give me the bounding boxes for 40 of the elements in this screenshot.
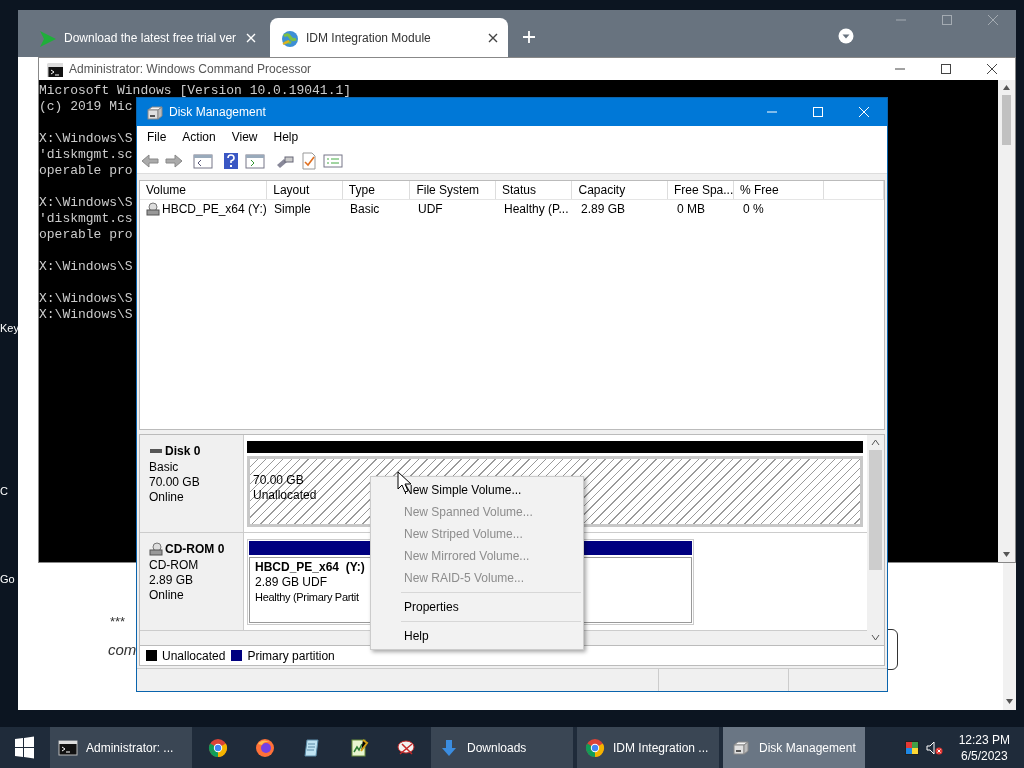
- partition-info: 70.00 GB: [253, 473, 304, 488]
- legend-label: Primary partition: [247, 647, 335, 665]
- console-line: X:\Windows\S: [39, 131, 133, 147]
- window-title: Disk Management: [169, 104, 266, 121]
- disk-info: Basic: [149, 460, 180, 475]
- disk-info: Online: [149, 490, 185, 505]
- partition-info: Unallocated: [253, 488, 317, 503]
- console-line: X:\Windows\S: [39, 195, 133, 211]
- partition-name: HBCD_PE_x64 (Y:): [255, 560, 365, 575]
- window-title: Administrator: Windows Command Processor: [69, 61, 312, 78]
- console-line: operable pro: [39, 227, 133, 243]
- disk-info: Online: [149, 588, 185, 603]
- console-line: operable pro: [39, 163, 133, 179]
- table-cell-text: Basic: [350, 201, 380, 218]
- table-cell-text: 2.89 GB: [581, 201, 626, 218]
- table-cell-text: Healthy (P...: [504, 201, 569, 218]
- partition-info: Healthy (Primary Partit: [255, 590, 359, 605]
- disk-name: CD-ROM 0: [165, 541, 225, 558]
- disk-info: CD-ROM: [149, 558, 200, 573]
- page-text: ***: [110, 613, 126, 631]
- disk-info: 2.89 GB: [149, 573, 195, 588]
- legend-label: Unallocated: [162, 647, 226, 665]
- console-line: X:\Windows\S: [39, 259, 133, 275]
- tab-title: Download the latest free trial ver: [64, 29, 238, 47]
- disk-info: 70.00 GB: [149, 475, 201, 490]
- disk-name: Disk 0: [165, 443, 201, 460]
- console-line: Microsoft Windows [Version 10.0.19041.1]: [39, 83, 352, 99]
- console-line: (c) 2019 Mic: [39, 99, 133, 115]
- console-line: X:\Windows\S: [39, 307, 133, 323]
- table-cell-text: Simple: [274, 201, 311, 218]
- page-text: com: [108, 640, 137, 660]
- console-line: 'diskmgmt.sc: [39, 147, 133, 163]
- console-line: 'diskmgmt.cs: [39, 211, 133, 227]
- table-cell-text: 0 %: [743, 201, 764, 218]
- table-cell-text: UDF: [418, 201, 443, 218]
- table-cell-text: 0 MB: [677, 201, 705, 218]
- table-cell-text: HBCD_PE_x64 (Y:): [162, 201, 267, 218]
- partition-info: 2.89 GB UDF: [255, 575, 328, 590]
- tab-title: IDM Integration Module: [306, 29, 432, 47]
- console-line: X:\Windows\S: [39, 291, 133, 307]
